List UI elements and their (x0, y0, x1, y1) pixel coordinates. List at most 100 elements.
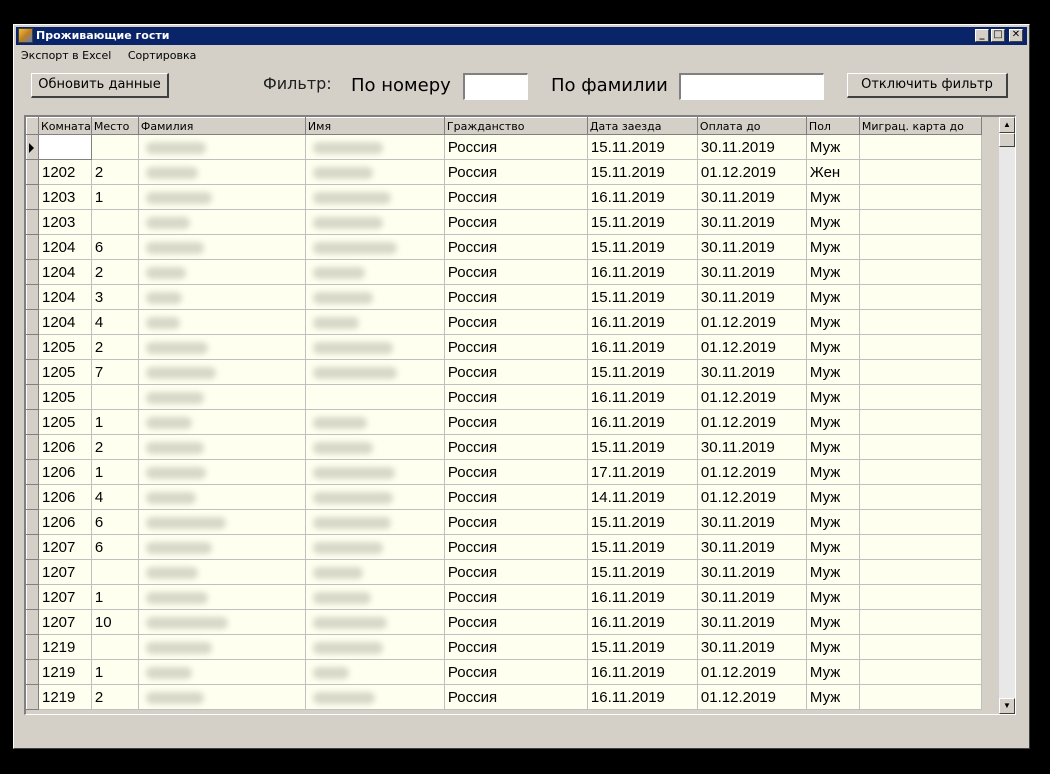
table-cell[interactable]: 01.12.2019 (697, 159, 807, 185)
table-cell[interactable]: 15.11.2019 (587, 134, 698, 160)
table-cell[interactable]: Муж (806, 184, 860, 210)
table-cell[interactable]: Россия (444, 384, 588, 410)
room-number-input[interactable] (463, 73, 528, 100)
table-cell[interactable]: Муж (806, 134, 860, 160)
table-cell[interactable]: 30.11.2019 (697, 559, 807, 585)
table-cell[interactable] (859, 559, 982, 585)
table-row[interactable]: 1207 1 Россия 16.11.2019 30.11.2019 Муж (26, 584, 982, 610)
table-cell[interactable] (305, 459, 445, 485)
table-cell[interactable]: 16.11.2019 (587, 584, 698, 610)
table-cell[interactable] (138, 359, 306, 385)
table-cell[interactable]: 1206 (38, 434, 92, 460)
table-cell[interactable] (138, 559, 306, 585)
title-bar[interactable]: Проживающие гости _ □ ✕ (16, 27, 1027, 45)
table-cell[interactable]: 1202 (38, 159, 92, 185)
table-cell[interactable]: 1 (91, 184, 139, 210)
table-cell[interactable]: Россия (444, 609, 588, 635)
table-cell[interactable]: 1219 (38, 684, 92, 710)
table-cell[interactable]: 16.11.2019 (587, 259, 698, 285)
table-cell[interactable] (138, 284, 306, 310)
table-cell[interactable]: 16.11.2019 (587, 684, 698, 710)
table-cell[interactable]: 2 (91, 684, 139, 710)
table-cell[interactable] (91, 384, 139, 410)
table-row[interactable]: 1207 Россия 15.11.2019 30.11.2019 Муж (26, 559, 982, 585)
table-row[interactable]: 1204 2 Россия 16.11.2019 30.11.2019 Муж (26, 259, 982, 285)
table-cell[interactable]: Россия (444, 334, 588, 360)
table-cell[interactable]: 1205 (38, 409, 92, 435)
table-cell[interactable]: 4 (91, 484, 139, 510)
table-cell[interactable] (305, 309, 445, 335)
table-cell[interactable] (305, 184, 445, 210)
table-cell[interactable]: 6 (91, 234, 139, 260)
table-cell[interactable]: Россия (444, 409, 588, 435)
vertical-scrollbar[interactable]: ▲ ▼ (999, 117, 1015, 714)
table-cell[interactable]: Россия (444, 359, 588, 385)
table-cell[interactable]: 01.12.2019 (697, 684, 807, 710)
table-cell[interactable]: 15.11.2019 (587, 634, 698, 660)
table-cell[interactable]: Россия (444, 634, 588, 660)
table-cell[interactable] (859, 359, 982, 385)
table-cell[interactable]: 3 (91, 284, 139, 310)
table-cell[interactable]: Муж (806, 359, 860, 385)
table-cell[interactable]: 1 (91, 409, 139, 435)
table-cell[interactable] (859, 384, 982, 410)
table-cell[interactable] (91, 634, 139, 660)
table-cell[interactable] (859, 634, 982, 660)
table-cell[interactable]: Муж (806, 484, 860, 510)
table-cell[interactable] (138, 459, 306, 485)
table-cell[interactable] (305, 434, 445, 460)
table-cell[interactable]: 01.12.2019 (697, 384, 807, 410)
table-cell[interactable]: 16.11.2019 (587, 384, 698, 410)
table-row[interactable]: 1206 6 Россия 15.11.2019 30.11.2019 Муж (26, 509, 982, 535)
table-cell[interactable]: 6 (91, 509, 139, 535)
table-cell[interactable]: Россия (444, 484, 588, 510)
table-cell[interactable]: Россия (444, 459, 588, 485)
table-cell[interactable]: 30.11.2019 (697, 209, 807, 235)
table-cell[interactable]: 1204 (38, 284, 92, 310)
table-cell[interactable]: Россия (444, 659, 588, 685)
table-cell[interactable] (138, 534, 306, 560)
table-cell[interactable] (859, 284, 982, 310)
table-row[interactable]: 1219 2 Россия 16.11.2019 01.12.2019 Муж (26, 684, 982, 710)
table-cell[interactable] (859, 409, 982, 435)
table-cell[interactable]: 30.11.2019 (697, 584, 807, 610)
table-cell[interactable]: 1204 (38, 234, 92, 260)
table-cell[interactable] (138, 209, 306, 235)
table-cell[interactable]: Муж (806, 634, 860, 660)
table-cell[interactable]: Россия (444, 134, 588, 160)
table-cell[interactable]: 15.11.2019 (587, 509, 698, 535)
table-cell[interactable] (91, 134, 139, 160)
table-row[interactable]: 1206 2 Россия 15.11.2019 30.11.2019 Муж (26, 434, 982, 460)
table-cell[interactable]: 15.11.2019 (587, 284, 698, 310)
table-cell[interactable]: Муж (806, 559, 860, 585)
table-cell[interactable] (859, 234, 982, 260)
table-cell[interactable]: 30.11.2019 (697, 609, 807, 635)
table-row[interactable]: 1204 4 Россия 16.11.2019 01.12.2019 Муж (26, 309, 982, 335)
table-cell[interactable] (305, 284, 445, 310)
table-cell[interactable] (859, 684, 982, 710)
table-cell[interactable] (138, 309, 306, 335)
table-cell[interactable] (138, 259, 306, 285)
table-cell[interactable]: 01.12.2019 (697, 484, 807, 510)
table-cell[interactable]: Россия (444, 584, 588, 610)
table-cell[interactable]: Муж (806, 684, 860, 710)
table-row[interactable]: 1219 Россия 15.11.2019 30.11.2019 Муж (26, 634, 982, 660)
table-cell[interactable]: 15.11.2019 (587, 234, 698, 260)
disable-filter-button[interactable]: Отключить фильтр (847, 73, 1008, 98)
table-cell[interactable]: 1204 (38, 309, 92, 335)
table-cell[interactable] (138, 384, 306, 410)
table-cell[interactable] (305, 409, 445, 435)
table-cell[interactable] (859, 534, 982, 560)
table-cell[interactable]: Россия (444, 434, 588, 460)
table-cell[interactable] (138, 334, 306, 360)
column-header[interactable]: Пол (805, 117, 860, 135)
column-header[interactable]: Комната (38, 117, 92, 135)
table-cell[interactable]: 1206 (38, 484, 92, 510)
table-cell[interactable] (305, 484, 445, 510)
column-header[interactable]: Оплата до (696, 117, 807, 135)
table-cell[interactable] (859, 309, 982, 335)
table-cell[interactable] (305, 659, 445, 685)
table-cell[interactable]: 10 (91, 609, 139, 635)
close-button[interactable]: ✕ (1009, 29, 1023, 42)
table-cell[interactable]: 30.11.2019 (697, 234, 807, 260)
